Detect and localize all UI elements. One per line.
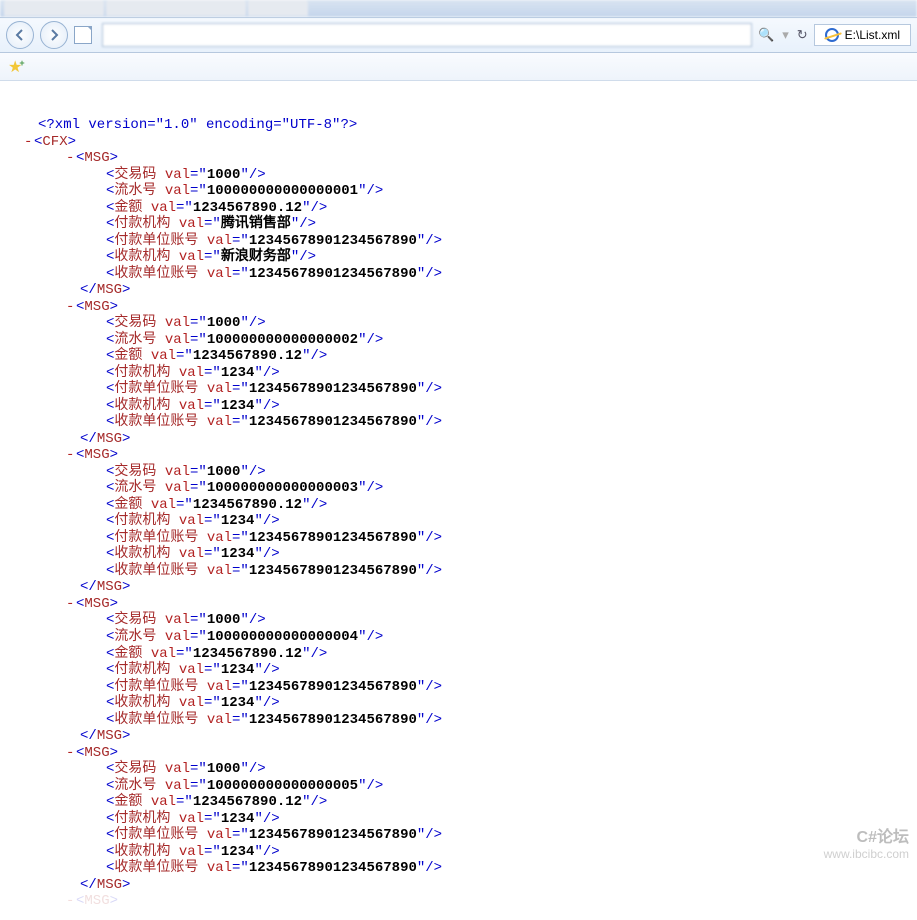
add-favorite-icon[interactable]: ★ <box>8 57 28 77</box>
window-tab-strip <box>0 0 917 17</box>
xml-node-field: <流水号 val="100000000000000005"/> <box>24 778 907 795</box>
favorites-bar: ★ <box>0 53 917 81</box>
browser-tab[interactable]: E:\List.xml <box>814 24 911 46</box>
xml-node-msg-close: </MSG> <box>24 282 907 299</box>
xml-node-field: <交易码 val="1000"/> <box>24 612 907 629</box>
search-icon[interactable]: 🔍 <box>758 27 774 43</box>
xml-node-field: <付款单位账号 val="12345678901234567890"/> <box>24 679 907 696</box>
xml-node-field: <金额 val="1234567890.12"/> <box>24 794 907 811</box>
ie-nav-bar: 🔍 ▾ ↻ E:\List.xml <box>0 17 917 53</box>
xml-node-field: <付款机构 val="腾讯销售部"/> <box>24 216 907 233</box>
xml-node-field: <收款机构 val="1234"/> <box>24 695 907 712</box>
xml-node-field: <收款机构 val="1234"/> <box>24 546 907 563</box>
xml-node-field: <付款单位账号 val="12345678901234567890"/> <box>24 233 907 250</box>
page-icon <box>74 26 92 44</box>
os-tab <box>106 0 246 16</box>
xml-node-msg-open[interactable]: - <MSG> <box>24 299 907 316</box>
xml-node-field: <金额 val="1234567890.12"/> <box>24 200 907 217</box>
xml-tree-view: <?xml version="1.0" encoding="UTF-8"?>- … <box>0 81 917 920</box>
xml-node-msg-close: </MSG> <box>24 431 907 448</box>
xml-node-field: <交易码 val="1000"/> <box>24 464 907 481</box>
xml-node-msg-open[interactable]: - <MSG> <box>24 447 907 464</box>
xml-node-field: <收款单位账号 val="12345678901234567890"/> <box>24 712 907 729</box>
xml-node-field: <金额 val="1234567890.12"/> <box>24 646 907 663</box>
xml-node-field: <交易码 val="1000"/> <box>24 761 907 778</box>
arrow-right-icon <box>48 29 60 41</box>
forward-button[interactable] <box>40 21 68 49</box>
tab-title: E:\List.xml <box>845 28 900 42</box>
xml-node-field: <流水号 val="100000000000000002"/> <box>24 332 907 349</box>
xml-node-field: <付款机构 val="1234"/> <box>24 811 907 828</box>
ie-logo-icon <box>825 28 839 42</box>
refresh-button[interactable]: ↻ <box>797 27 808 43</box>
xml-node-field: <付款单位账号 val="12345678901234567890"/> <box>24 530 907 547</box>
xml-node-field: <付款机构 val="1234"/> <box>24 662 907 679</box>
os-tab <box>248 0 308 16</box>
xml-node-field: <流水号 val="100000000000000004"/> <box>24 629 907 646</box>
xml-node-field: <交易码 val="1000"/> <box>24 167 907 184</box>
xml-node-field: <收款单位账号 val="12345678901234567890"/> <box>24 563 907 580</box>
xml-node-field: <交易码 val="1000"/> <box>24 315 907 332</box>
xml-node-field: <收款单位账号 val="12345678901234567890"/> <box>24 266 907 283</box>
xml-node-field: <付款机构 val="1234"/> <box>24 513 907 530</box>
xml-node-msg-open[interactable]: - <MSG> <box>24 150 907 167</box>
xml-node-field: <收款单位账号 val="12345678901234567890"/> <box>24 860 907 877</box>
xml-node-msg-open[interactable]: - <MSG> <box>24 745 907 762</box>
xml-node-field: <流水号 val="100000000000000003"/> <box>24 480 907 497</box>
xml-node-msg-open[interactable]: - <MSG> <box>24 596 907 613</box>
xml-node-field: <流水号 val="100000000000000001"/> <box>24 183 907 200</box>
xml-node-msg-close: </MSG> <box>24 728 907 745</box>
xml-node-field: <收款机构 val="1234"/> <box>24 398 907 415</box>
xml-node-msg-close: </MSG> <box>24 877 907 894</box>
xml-node-field: <付款单位账号 val="12345678901234567890"/> <box>24 381 907 398</box>
xml-node-field: <付款单位账号 val="12345678901234567890"/> <box>24 827 907 844</box>
os-tab <box>4 0 104 16</box>
xml-node-field: <收款单位账号 val="12345678901234567890"/> <box>24 414 907 431</box>
xml-node-field: <金额 val="1234567890.12"/> <box>24 348 907 365</box>
xml-node-msg-close: </MSG> <box>24 579 907 596</box>
xml-node-field: <付款机构 val="1234"/> <box>24 365 907 382</box>
xml-node-field: <收款机构 val="1234"/> <box>24 844 907 861</box>
xml-node-field: <收款机构 val="新浪财务部"/> <box>24 249 907 266</box>
arrow-left-icon <box>14 29 26 41</box>
back-button[interactable] <box>6 21 34 49</box>
address-bar[interactable] <box>102 23 752 47</box>
xml-node-field: <金额 val="1234567890.12"/> <box>24 497 907 514</box>
